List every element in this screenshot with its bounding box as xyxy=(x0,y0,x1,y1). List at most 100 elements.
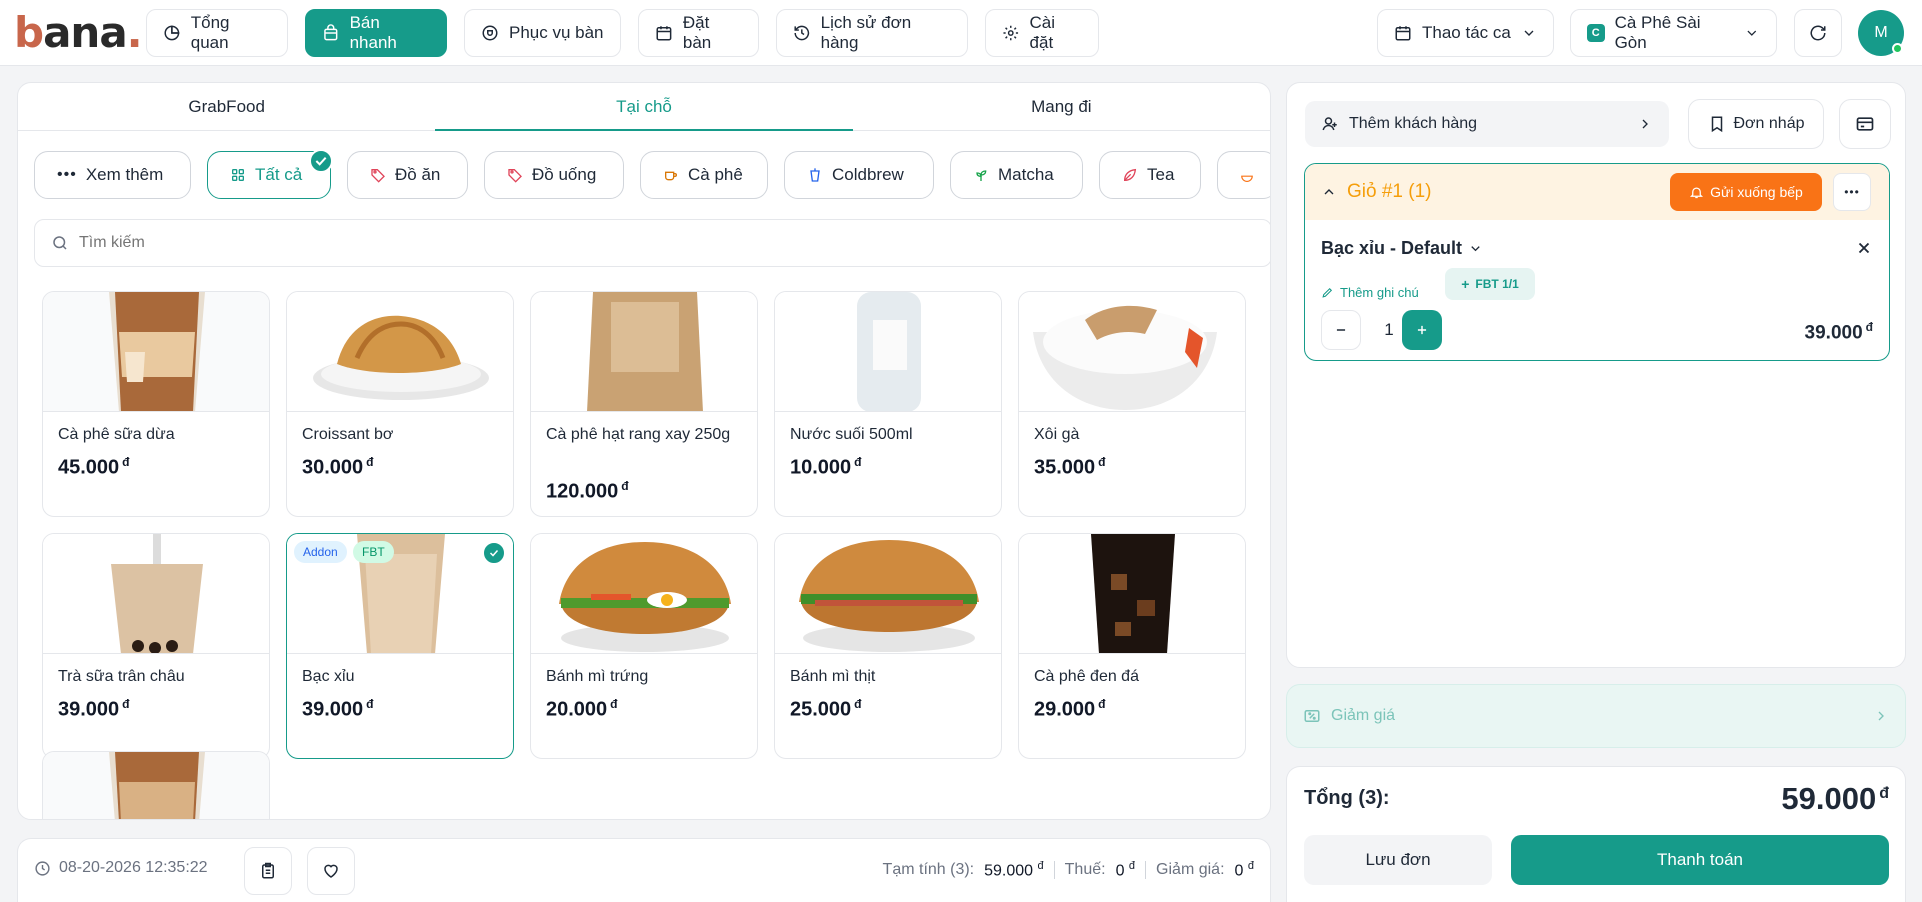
cart-header[interactable]: Giỏ #1 (1) Gửi xuống bếp ••• xyxy=(1305,164,1889,220)
product-search[interactable] xyxy=(34,219,1270,267)
quantity-decrease-button[interactable] xyxy=(1321,310,1361,350)
product-card[interactable]: Bánh mì trứng 20.000 đ xyxy=(530,533,758,759)
category-more-chip[interactable]: ••• Xem thêm xyxy=(34,151,191,199)
card-payment-button[interactable] xyxy=(1839,99,1891,149)
plus-icon: + xyxy=(1461,276,1470,292)
minus-icon xyxy=(1336,329,1346,331)
product-image xyxy=(1019,534,1245,654)
product-card[interactable]: Xôi gà 35.000 đ xyxy=(1018,291,1246,517)
product-image xyxy=(775,534,1001,654)
product-panel: GrabFood Tại chỗ Mang đi ••• Xem thêm Tấ… xyxy=(17,82,1271,820)
shift-actions-label: Thao tác ca xyxy=(1422,23,1511,42)
tab-takeaway[interactable]: Mang đi xyxy=(853,83,1270,130)
nav-overview-button[interactable]: Tổng quan xyxy=(146,9,288,57)
discount-button[interactable]: Giảm giá xyxy=(1286,684,1906,748)
bell-icon xyxy=(1690,187,1704,198)
credit-card-icon xyxy=(1856,117,1874,131)
product-price: 120.000 đ xyxy=(546,479,629,503)
order-footer: 08-20-2026 12:35:22 Tạm tính (3): 59.000… xyxy=(17,838,1271,902)
nav-overview-label: Tổng quan xyxy=(190,13,230,52)
nav-settings-button[interactable]: Cài đặt xyxy=(985,9,1099,57)
nav-booking-button[interactable]: Đặt bàn xyxy=(638,9,759,57)
product-card[interactable]: Croissant bơ 30.000 đ xyxy=(286,291,514,517)
user-avatar[interactable]: M xyxy=(1858,10,1904,56)
quantity-increase-button[interactable] xyxy=(1402,310,1442,350)
save-order-button[interactable]: Lưu đơn xyxy=(1304,835,1492,885)
product-price: 39.000 đ xyxy=(58,697,130,721)
fruit-icon xyxy=(1241,175,1253,182)
cart-item-name[interactable]: Bạc xỉu - Default xyxy=(1321,238,1483,259)
nav-booking-label: Đặt bàn xyxy=(682,13,712,52)
checkout-button[interactable]: Thanh toán xyxy=(1511,835,1889,885)
category-label: Cà phê xyxy=(688,165,743,184)
order-totals: Tạm tính (3): 59.000 đ Thuế: 0 đ Giảm gi… xyxy=(883,860,1254,880)
coffee-cup-icon xyxy=(665,171,677,181)
favorites-button[interactable] xyxy=(307,847,355,895)
remove-item-button[interactable] xyxy=(1852,236,1876,260)
search-input[interactable] xyxy=(79,234,1177,252)
gear-icon xyxy=(1003,25,1019,41)
order-summary: Tổng (3): 59.000 đ Lưu đơn Thanh toán xyxy=(1286,766,1906,902)
product-name: Bạc xỉu xyxy=(302,668,355,685)
fbt-tag: FBT xyxy=(353,541,394,563)
addon-tag: Addon xyxy=(294,541,347,563)
more-dots-icon: ••• xyxy=(1844,185,1860,199)
category-food-chip[interactable]: Đồ ăn xyxy=(347,151,468,199)
shift-actions-dropdown[interactable]: Thao tác ca xyxy=(1377,9,1554,57)
nav-table-service-button[interactable]: Phục vụ bàn xyxy=(464,9,621,57)
clock-icon xyxy=(35,860,50,876)
tax-value: 0 đ xyxy=(1115,860,1136,880)
nav-table-service-label: Phục vụ bàn xyxy=(509,23,604,42)
product-name: Bánh mì thịt xyxy=(790,668,876,685)
tab-dine-in[interactable]: Tại chỗ xyxy=(435,83,853,131)
add-customer-label: Thêm khách hàng xyxy=(1349,115,1478,132)
product-card[interactable]: Nước suối 500ml 10.000 đ xyxy=(774,291,1002,517)
draft-orders-label: Đơn nháp xyxy=(1733,115,1805,132)
product-image xyxy=(43,292,269,412)
product-card[interactable]: Cà phê sữa dừa 45.000 đ xyxy=(42,291,270,517)
bookmark-icon xyxy=(1711,116,1722,133)
product-card[interactable]: Bánh mì thịt 25.000 đ xyxy=(774,533,1002,759)
category-label: Matcha xyxy=(998,165,1054,184)
order-type-tabs: GrabFood Tại chỗ Mang đi xyxy=(18,83,1270,131)
product-card[interactable]: Trà sữa trân châu 39.000 đ xyxy=(42,533,270,759)
refresh-button[interactable] xyxy=(1794,9,1842,57)
product-card[interactable]: Cà phê hạt rang xay 250g 120.000 đ xyxy=(530,291,758,517)
bana-logo[interactable]: b ana. xyxy=(14,8,143,57)
fbt-badge[interactable]: + FBT 1/1 xyxy=(1445,268,1535,300)
category-tea-chip[interactable]: Tea xyxy=(1099,151,1201,199)
store-selector[interactable]: C Cà Phê Sài Gòn xyxy=(1570,9,1777,57)
add-customer-button[interactable]: Thêm khách hàng xyxy=(1305,101,1669,147)
draft-orders-button[interactable]: Đơn nháp xyxy=(1688,99,1824,149)
category-drinks-chip[interactable]: Đồ uống xyxy=(484,151,624,199)
tab-grabfood[interactable]: GrabFood xyxy=(18,83,435,130)
chevron-up-icon[interactable] xyxy=(1321,184,1337,200)
order-notes-button[interactable] xyxy=(244,847,292,895)
subtotal-label: Tạm tính (3): xyxy=(882,861,975,879)
store-name: Cà Phê Sài Gòn xyxy=(1614,13,1701,52)
top-bar: b ana. Tổng quan Bán nhanh Phục vụ bàn Đặ… xyxy=(0,0,1922,66)
history-icon xyxy=(794,25,810,41)
discount-value: 0 đ xyxy=(1234,860,1254,880)
product-name: Cà phê sữa dừa xyxy=(58,426,175,443)
discount-ticket-icon xyxy=(1304,710,1320,722)
nav-order-history-button[interactable]: Lịch sử đơn hàng xyxy=(776,9,968,57)
category-coldbrew-chip[interactable]: Coldbrew xyxy=(784,151,934,199)
product-card[interactable] xyxy=(42,751,270,819)
product-card[interactable]: Cà phê đen đá 29.000 đ xyxy=(1018,533,1246,759)
category-label: Đồ uống xyxy=(532,165,597,184)
product-card[interactable]: Addon FBT Bạc xỉu 39.000 đ xyxy=(286,533,514,759)
tag-icon xyxy=(371,169,385,183)
store-badge: C xyxy=(1587,24,1605,42)
category-coffee-chip[interactable]: Cà phê xyxy=(640,151,768,199)
chevron-right-icon xyxy=(1878,711,1884,721)
product-price: 30.000 đ xyxy=(302,455,374,479)
add-note-link[interactable]: Thêm ghi chú xyxy=(1321,276,1419,308)
product-image xyxy=(1019,292,1245,412)
category-matcha-chip[interactable]: Matcha xyxy=(950,151,1083,199)
send-to-kitchen-button[interactable]: Gửi xuống bếp xyxy=(1670,173,1822,211)
category-all-chip[interactable]: Tất cả xyxy=(207,151,333,199)
cart-more-button[interactable]: ••• xyxy=(1833,173,1871,211)
nav-quick-sale-button[interactable]: Bán nhanh xyxy=(305,9,447,57)
category-next-chip[interactable] xyxy=(1217,151,1270,199)
